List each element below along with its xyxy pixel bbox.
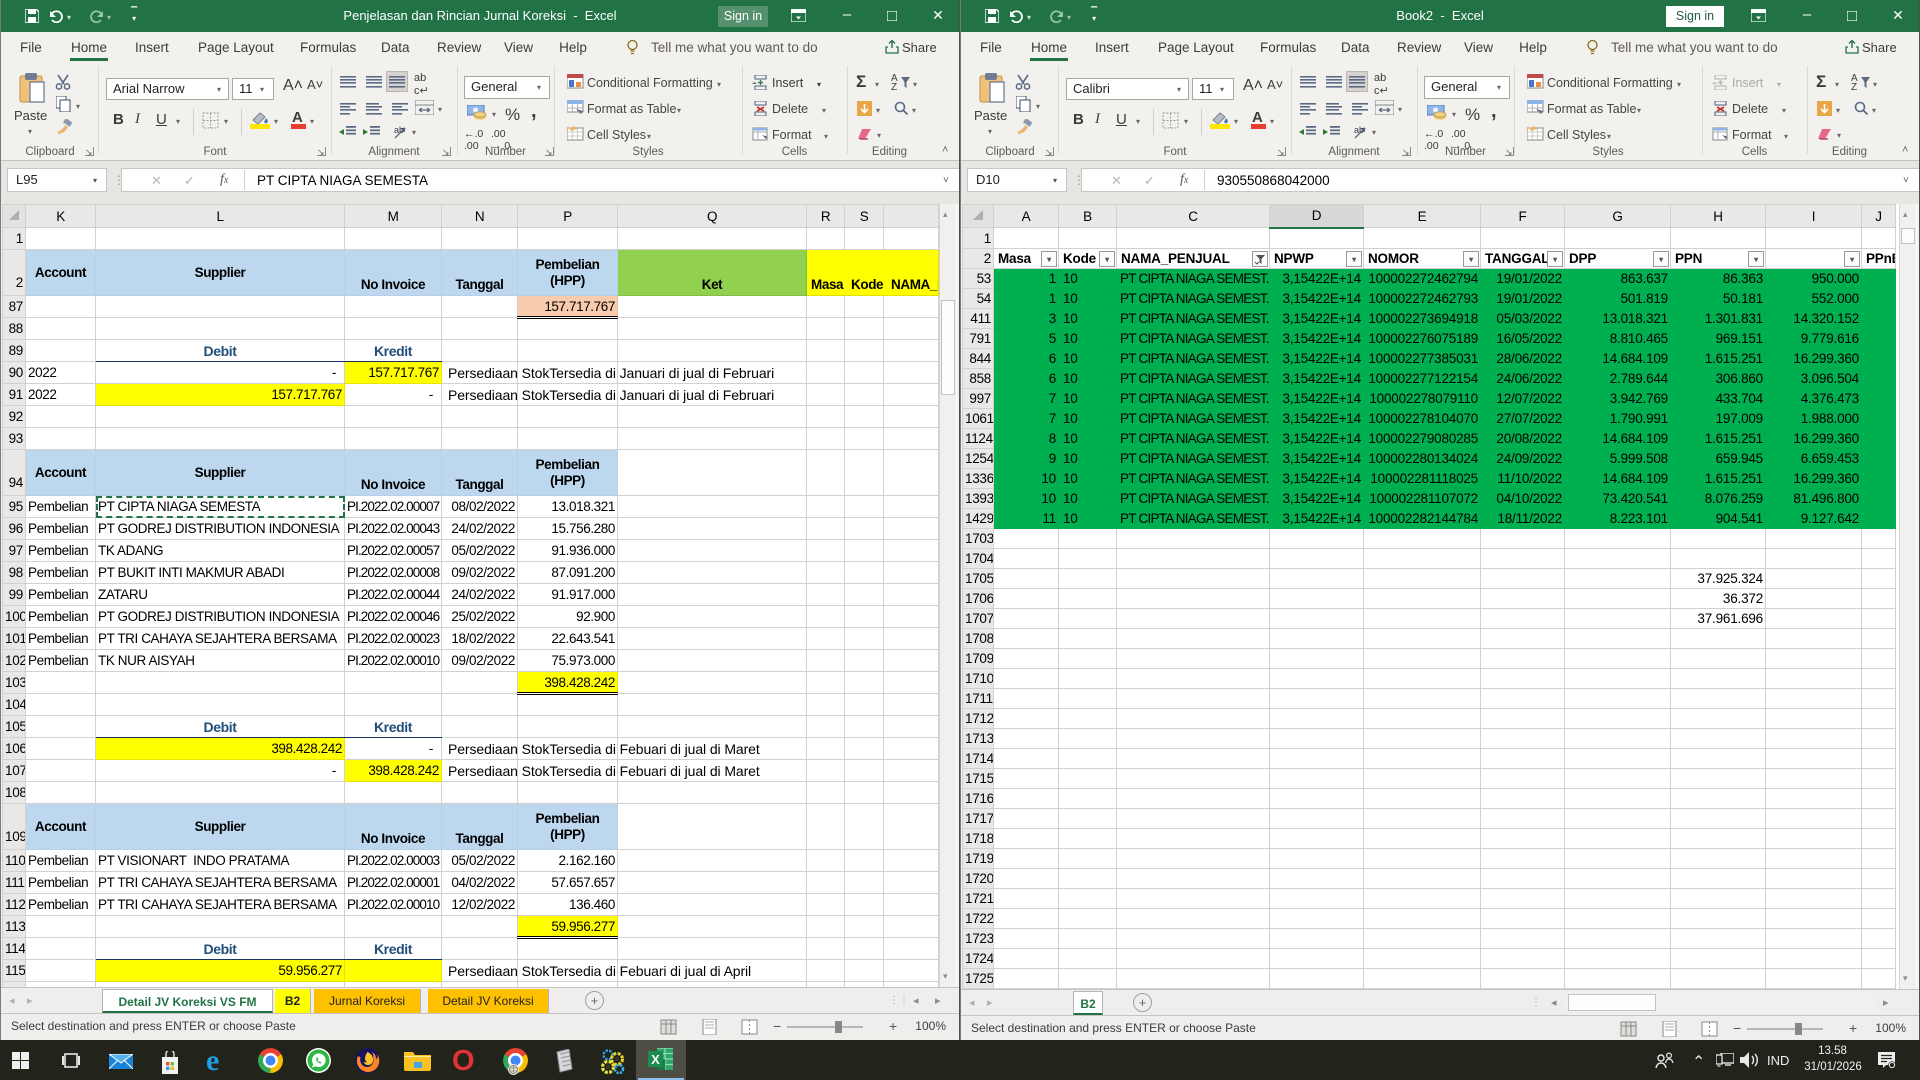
svg-text:ab: ab — [394, 125, 404, 135]
svg-text:ab: ab — [1354, 125, 1364, 135]
svg-text:X: X — [651, 1052, 660, 1067]
